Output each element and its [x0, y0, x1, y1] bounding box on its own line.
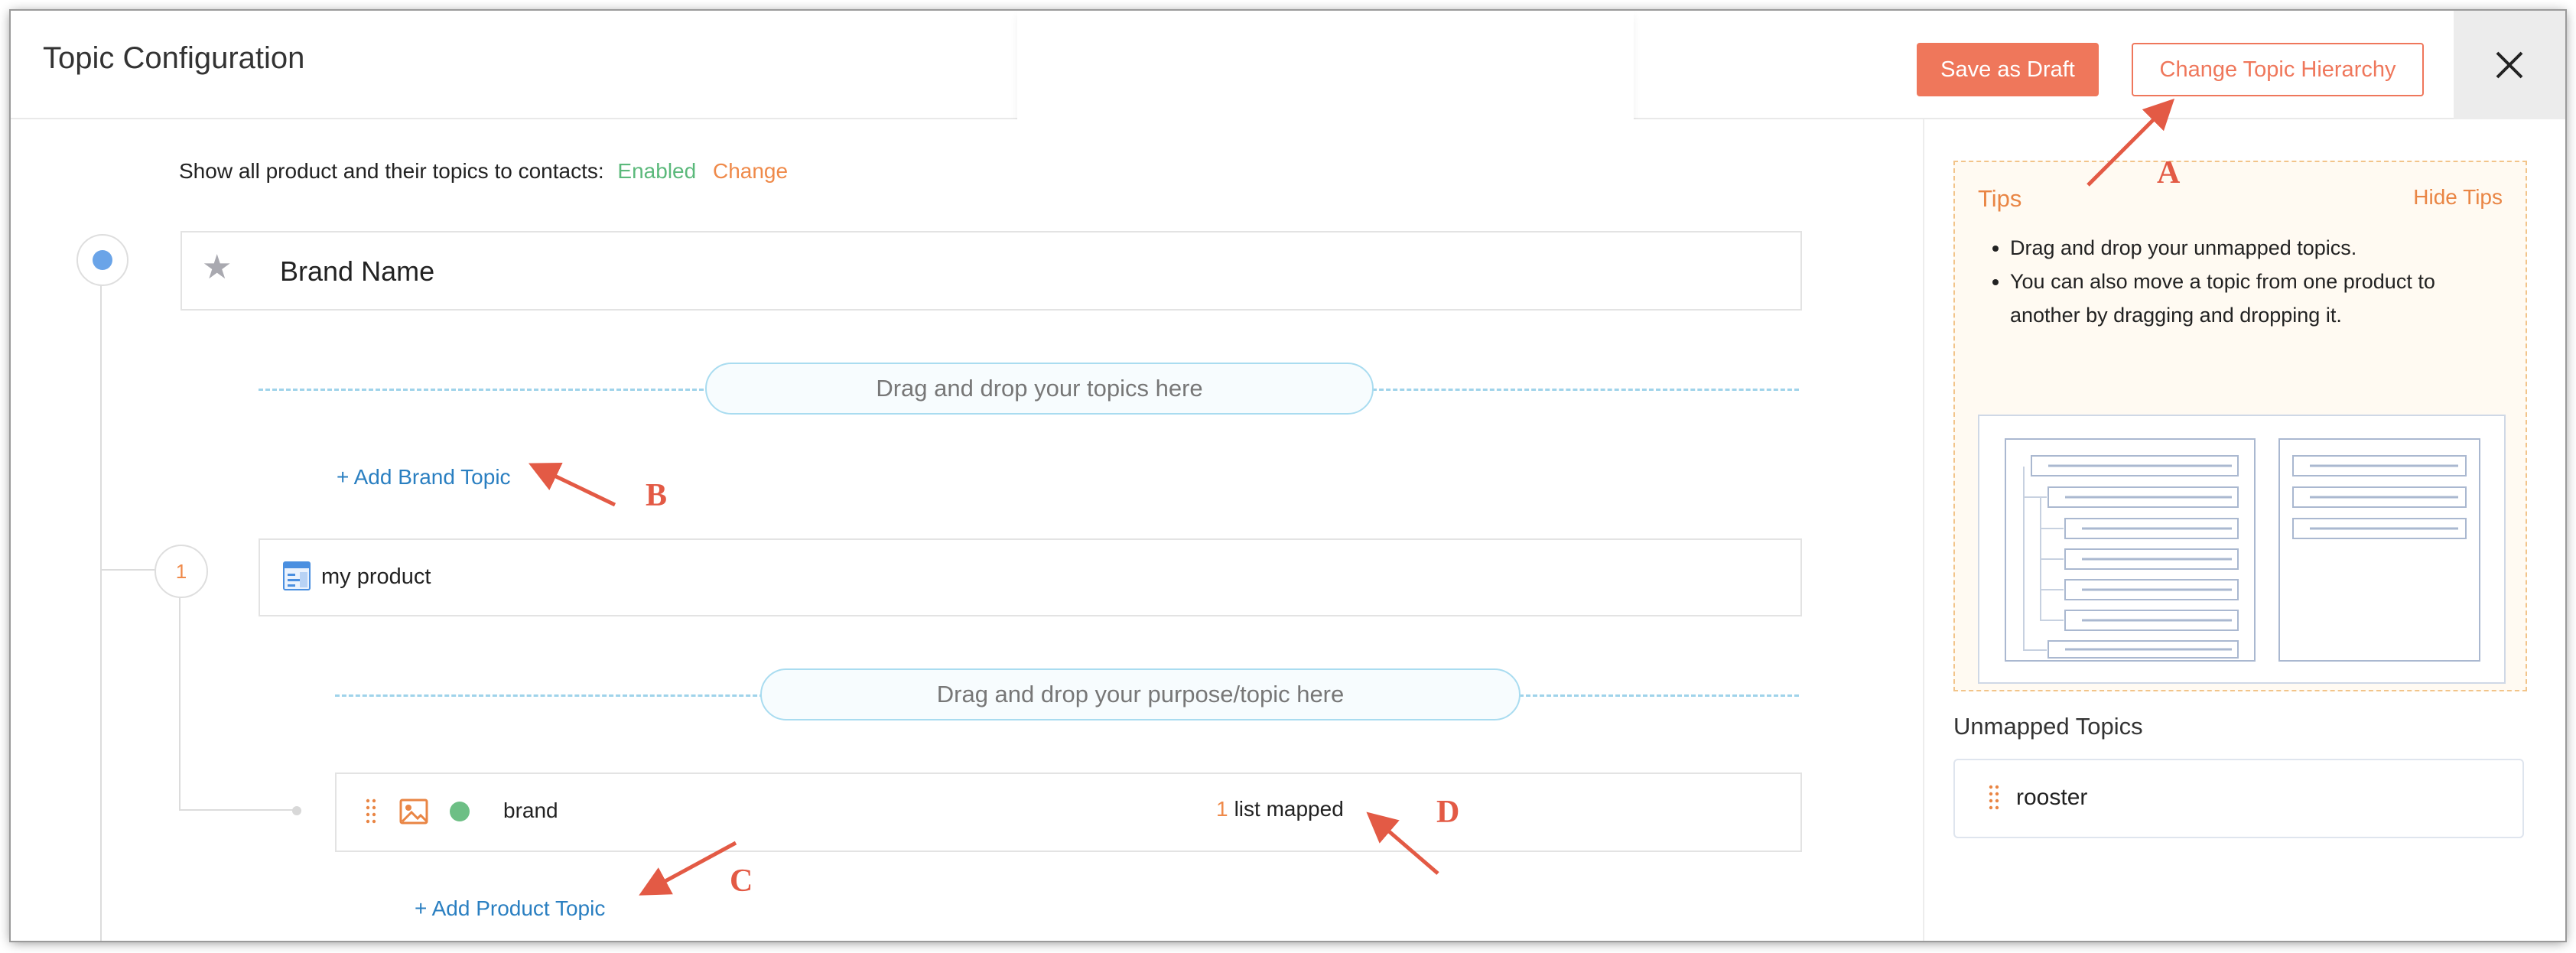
annotation-c: C [730, 864, 753, 899]
arrow-c [639, 841, 737, 896]
arrow-b [528, 462, 616, 507]
annotation-d: D [1436, 795, 1460, 830]
arrow-d [1366, 812, 1439, 875]
annotation-b: B [646, 478, 668, 513]
annotation-arrows [528, 98, 2175, 896]
topic-configuration-dialog: Topic Configuration Save as Draft Change… [11, 11, 2565, 941]
annotation-a: A [2157, 155, 2181, 190]
